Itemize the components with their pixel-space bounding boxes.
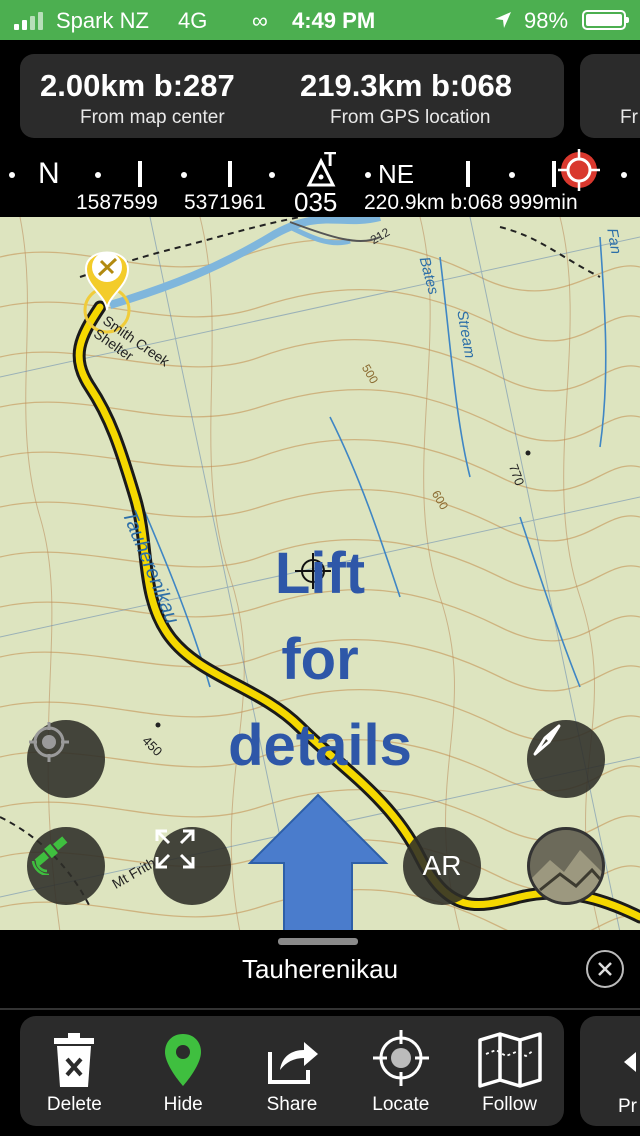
hide-label: Hide [163,1094,203,1115]
follow-label: Follow [482,1094,538,1115]
ar-button[interactable]: AR [403,827,481,905]
share-button[interactable]: Share [240,1016,344,1126]
chevron-left-icon [624,1052,636,1072]
lift-hint-line1: Lift [274,541,366,606]
fullscreen-button[interactable] [153,827,231,905]
carrier-name: Spark NZ [56,8,149,33]
lift-hint-line2: for [281,627,359,692]
delete-button[interactable]: Delete [22,1016,126,1126]
compass-button[interactable] [527,720,605,798]
hide-button[interactable]: Hide [131,1016,235,1126]
satellite-icon [31,836,68,875]
target-icon[interactable] [558,149,600,191]
battery-icon [582,10,629,30]
pin-icon [165,1034,202,1086]
compass-north: N [38,157,60,190]
toolbar-more[interactable]: Pr [580,1016,640,1126]
locate-label: Locate [372,1094,430,1115]
topo-map[interactable]: Smith Creek Shelter Tauherenikau Bates S… [0,217,640,932]
compass-tape: N T NE 1587599 5371961 035 220.9km b:068… [0,145,640,217]
trash-icon [54,1033,95,1087]
battery-percent: 98% [524,8,569,33]
share-icon [267,1042,318,1084]
map-center-distance: 2.00km b:287 [40,68,235,103]
terrain-thumbnail-icon [530,830,602,902]
sheet-divider [0,1008,640,1010]
target-info: 220.9km b:068 999min [364,191,578,214]
true-north-marker: T [324,149,337,171]
ar-label: AR [422,850,462,881]
follow-button[interactable]: Follow [458,1016,562,1126]
signal-icon [14,12,48,30]
more-label: Pr [618,1096,637,1117]
center-on-gps-button[interactable] [27,720,105,798]
locate-crosshair-icon [372,1030,429,1086]
network-type: 4G [178,8,208,33]
side-panel[interactable]: Fr [580,54,640,138]
share-label: Share [266,1094,318,1115]
close-sheet-button[interactable] [586,950,624,988]
gps-distance: 219.3km b:068 [300,68,512,103]
crosshair-icon [29,722,69,762]
compass-needle-icon [533,724,561,756]
close-icon [598,962,612,976]
link-icon: ∞ [252,8,268,33]
sheet-handle[interactable] [278,938,358,945]
sheet-title: Tauherenikau [241,954,399,984]
action-toolbar: Delete Hide Share Locate Follow [20,1016,564,1126]
status-bar: Spark NZ 4G ∞ 4:49 PM 98% [0,0,640,40]
gps-label: From GPS location [330,107,491,128]
easting: 1587599 [76,191,158,214]
map-follow-icon [477,1032,542,1088]
distance-panel[interactable]: 2.00km b:287 From map center 219.3km b:0… [20,54,564,138]
delete-label: Delete [46,1094,102,1115]
satellite-button[interactable] [27,827,105,905]
clock: 4:49 PM [292,8,376,33]
locate-button[interactable]: Locate [349,1016,453,1126]
map-center-label: From map center [80,107,225,128]
expand-icon [155,829,195,869]
heading-value: 035 [294,187,338,217]
map-layer-button[interactable] [527,827,605,905]
compass-ne: NE [378,159,415,189]
location-arrow-icon [495,12,511,28]
side-panel-label: Fr [620,107,638,128]
northing: 5371961 [184,191,266,214]
